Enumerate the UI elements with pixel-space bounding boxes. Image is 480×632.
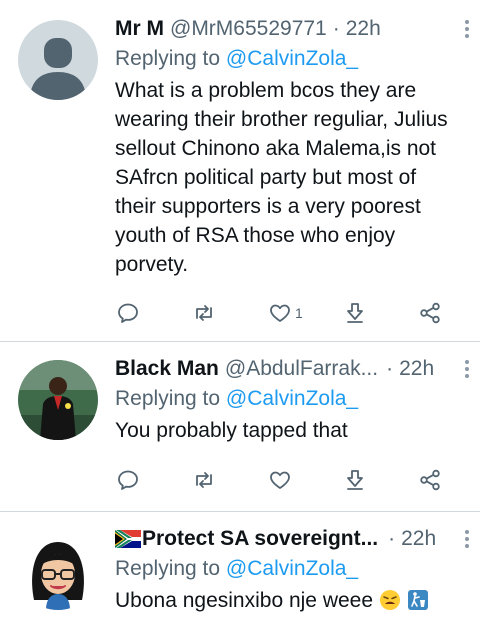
- share-icon: [420, 302, 440, 324]
- timestamp[interactable]: 22h: [399, 354, 434, 384]
- replying-to-label: Replying to: [115, 557, 221, 580]
- tweet-text: Ubona ngesinxibo nje weee: [115, 589, 374, 612]
- tweet-header: Black Man @AbdulFarrak... · 22h: [115, 354, 469, 384]
- litter-in-bin-emoji-icon: [407, 590, 428, 610]
- action-bar: 1: [0, 296, 480, 330]
- user-handle[interactable]: @MrM65529771: [170, 14, 327, 44]
- display-name[interactable]: Black Man: [115, 354, 219, 384]
- tweet-header: Mr M @MrM65529771 · 22h: [115, 14, 469, 44]
- mention-link[interactable]: @CalvinZola_: [226, 387, 358, 410]
- replying-to: Replying to @CalvinZola_: [115, 554, 450, 584]
- reply-icon: [118, 303, 138, 323]
- user-handle[interactable]: @AbdulFarrak...: [225, 354, 378, 384]
- separator-dot: ·: [386, 357, 394, 380]
- tired-face-emoji-icon: [379, 590, 400, 610]
- separator-dot: ·: [332, 17, 340, 40]
- tweet[interactable]: Protect SA sovereignt... · 22h Replying …: [0, 512, 480, 632]
- tweet-text: What is a problem bcos they are wearing …: [115, 79, 448, 276]
- retweet-icon: [196, 305, 212, 321]
- share-button[interactable]: [418, 296, 442, 330]
- reply-icon: [118, 470, 138, 490]
- tweet-text: You probably tapped that: [115, 419, 348, 442]
- default-avatar-icon: [18, 20, 98, 100]
- more-vertical-icon[interactable]: [462, 528, 472, 550]
- reply-button[interactable]: [116, 463, 140, 497]
- reply-feed: Mr M @MrM65529771 · 22h Replying to @Cal…: [0, 0, 480, 632]
- tweet-content: Mr M @MrM65529771 · 22h Replying to @Cal…: [115, 14, 469, 279]
- download-button[interactable]: [343, 463, 367, 497]
- display-name[interactable]: Protect SA sovereignt...: [142, 524, 378, 554]
- like-count: 1: [295, 305, 303, 321]
- download-icon: [347, 470, 363, 490]
- replying-to-label: Replying to: [115, 47, 221, 70]
- avatar-black-man[interactable]: [18, 360, 98, 440]
- mention-link[interactable]: @CalvinZola_: [226, 47, 358, 70]
- heart-icon: [270, 304, 290, 322]
- separator-dot: ·: [388, 527, 396, 550]
- timestamp[interactable]: 22h: [401, 524, 436, 554]
- mention-link[interactable]: @CalvinZola_: [226, 557, 358, 580]
- tweet-text-container: Ubona ngesinxibo nje weee: [115, 586, 450, 615]
- retweet-icon: [196, 472, 212, 488]
- avatar-default[interactable]: [18, 20, 98, 100]
- tweet[interactable]: Black Man @AbdulFarrak... · 22h Replying…: [0, 342, 480, 510]
- bitmoji-avatar-icon: [18, 530, 98, 610]
- more-vertical-icon[interactable]: [462, 18, 472, 40]
- heart-icon: [270, 471, 290, 489]
- like-button[interactable]: [268, 463, 292, 497]
- share-button[interactable]: [418, 463, 442, 497]
- replying-to: Replying to @CalvinZola_: [115, 384, 450, 414]
- download-icon: [347, 303, 363, 323]
- display-name[interactable]: Mr M: [115, 14, 164, 44]
- tweet-content: Black Man @AbdulFarrak... · 22h Replying…: [115, 354, 469, 445]
- like-button[interactable]: 1: [268, 296, 303, 330]
- replying-to: Replying to @CalvinZola_: [115, 44, 450, 74]
- download-button[interactable]: [343, 296, 367, 330]
- tweet-header: Protect SA sovereignt... · 22h: [115, 524, 469, 554]
- tweet-content: Protect SA sovereignt... · 22h Replying …: [115, 524, 469, 615]
- share-icon: [420, 469, 440, 491]
- south-africa-flag-icon: [115, 530, 141, 548]
- action-bar: [0, 463, 480, 497]
- retweet-button[interactable]: [192, 463, 216, 497]
- more-vertical-icon[interactable]: [462, 358, 472, 380]
- replying-to-label: Replying to: [115, 387, 221, 410]
- retweet-button[interactable]: [192, 296, 216, 330]
- tweet[interactable]: Mr M @MrM65529771 · 22h Replying to @Cal…: [0, 0, 480, 340]
- timestamp[interactable]: 22h: [346, 14, 381, 44]
- reply-button[interactable]: [116, 296, 140, 330]
- user-photo-icon: [18, 360, 98, 440]
- avatar-cartoon[interactable]: [18, 530, 98, 610]
